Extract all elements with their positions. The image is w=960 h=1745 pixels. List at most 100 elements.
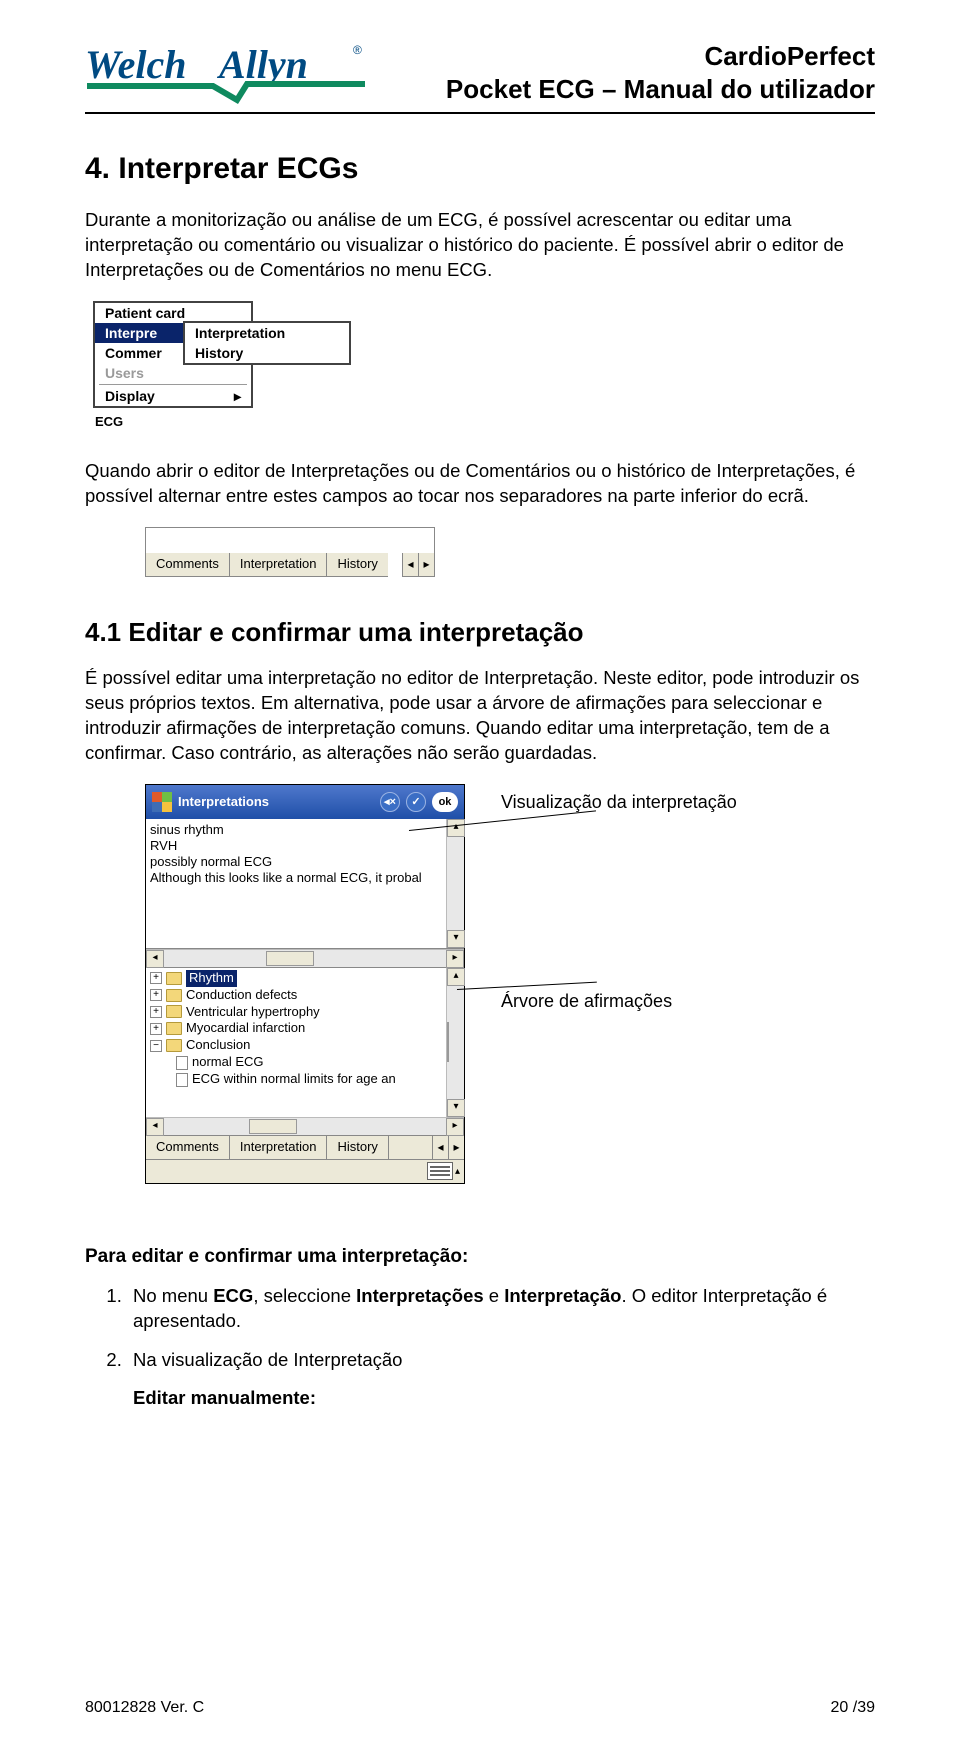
- section-4-p2: Quando abrir o editor de Interpretações …: [85, 459, 875, 509]
- ecg-menu-screenshot: Patient card Interpre ▸ Commer Users Dis…: [93, 301, 383, 429]
- svg-text:Allyn: Allyn: [216, 42, 308, 87]
- sip-arrow-icon[interactable]: ▴: [455, 1166, 460, 1177]
- scrollbar-thumb[interactable]: [266, 951, 314, 966]
- window-title: Interpretations: [178, 794, 374, 809]
- editor-horizontal-scrollbar[interactable]: ◂ ▸: [146, 949, 464, 967]
- mute-icon[interactable]: ◂×: [380, 792, 400, 812]
- menu-item-interpretations-label: Interpre: [105, 325, 157, 341]
- sip-bar: ▴: [146, 1159, 464, 1183]
- folder-icon: [166, 989, 182, 1002]
- ok-button[interactable]: ok: [432, 792, 458, 812]
- expand-icon[interactable]: +: [150, 1006, 162, 1018]
- scroll-right-icon[interactable]: ▸: [446, 1118, 464, 1136]
- tree-label: Ventricular hypertrophy: [186, 1004, 320, 1021]
- page-header: Welch Allyn ® CardioPerfect Pocket ECG –…: [85, 40, 875, 114]
- expand-icon[interactable]: +: [150, 1023, 162, 1035]
- tree-node-ventricular[interactable]: + Ventricular hypertrophy: [150, 1004, 442, 1021]
- window-titlebar: Interpretations ◂× ✓ ok: [146, 785, 464, 819]
- tree-node-myocardial[interactable]: + Myocardial infarction: [150, 1020, 442, 1037]
- expand-icon[interactable]: +: [150, 972, 162, 984]
- tree-vertical-scrollbar[interactable]: ▴ ▾: [446, 968, 464, 1117]
- tree-node-conclusion[interactable]: − Conclusion: [150, 1037, 442, 1054]
- scroll-left-icon[interactable]: ◂: [146, 1118, 164, 1136]
- editor-vertical-scrollbar[interactable]: ▴ ▾: [446, 819, 464, 948]
- scrollbar-thumb[interactable]: [249, 1119, 297, 1134]
- step-text: , seleccione: [253, 1285, 356, 1306]
- keyboard-icon[interactable]: [427, 1162, 453, 1180]
- tree-leaf-ecg-within-limits[interactable]: ECG within normal limits for age an: [150, 1071, 442, 1088]
- menu-item-users: Users: [95, 363, 251, 383]
- tree-leaf-normal-ecg[interactable]: normal ECG: [150, 1054, 442, 1071]
- submenu-item-interpretation[interactable]: Interpretation: [185, 323, 349, 343]
- editor-line: RVH: [150, 838, 442, 854]
- edit-manually-label: Editar manualmente:: [133, 1387, 875, 1409]
- tab-scroll-left[interactable]: ◂: [402, 553, 418, 576]
- tab-comments[interactable]: Comments: [145, 553, 229, 577]
- callout-statement-tree: Árvore de afirmações: [501, 991, 737, 1012]
- tab-interpretation[interactable]: Interpretation: [229, 553, 327, 577]
- folder-icon: [166, 972, 182, 985]
- menu-item-display-label: Display: [105, 388, 155, 404]
- interpretations-window-figure: Interpretations ◂× ✓ ok sinus rhythm RVH…: [145, 784, 875, 1184]
- tree-label: normal ECG: [192, 1054, 264, 1071]
- step-bold: ECG: [213, 1285, 253, 1306]
- tab-scroll-left[interactable]: ◂: [432, 1136, 448, 1159]
- windows-start-icon[interactable]: [152, 792, 172, 812]
- scroll-up-icon[interactable]: ▴: [447, 968, 465, 986]
- svg-text:®: ®: [353, 43, 362, 57]
- interpretation-text-editor[interactable]: sinus rhythm RVH possibly normal ECG Alt…: [146, 819, 464, 949]
- tree-label: Conduction defects: [186, 987, 297, 1004]
- callout-interpretation-view: Visualização da interpretação: [501, 792, 737, 813]
- section-4-p1: Durante a monitorização ou análise de um…: [85, 208, 875, 283]
- tab-history[interactable]: History: [326, 553, 387, 577]
- scrollbar-thumb[interactable]: [447, 1022, 449, 1062]
- submenu-arrow-icon: ▸: [234, 388, 241, 405]
- section-4-1-heading: 4.1 Editar e confirmar uma interpretação: [85, 617, 875, 648]
- expand-icon[interactable]: +: [150, 989, 162, 1001]
- editor-line: sinus rhythm: [150, 822, 442, 838]
- figure-callouts: Visualização da interpretação Árvore de …: [501, 784, 737, 1012]
- scroll-down-icon[interactable]: ▾: [447, 930, 465, 948]
- tree-node-conduction[interactable]: + Conduction defects: [150, 987, 442, 1004]
- bottom-tab-comments[interactable]: Comments: [146, 1136, 230, 1159]
- folder-icon: [166, 1005, 182, 1018]
- collapse-icon[interactable]: −: [150, 1040, 162, 1052]
- editor-line: Although this looks like a normal ECG, i…: [150, 870, 442, 886]
- bottom-tab-interpretation[interactable]: Interpretation: [230, 1136, 328, 1159]
- menu-separator: [99, 384, 247, 385]
- scroll-up-icon[interactable]: ▴: [447, 819, 465, 837]
- submenu-item-history[interactable]: History: [185, 343, 349, 363]
- step-1: No menu ECG, seleccione Interpretações e…: [127, 1284, 875, 1334]
- doc-title-1: CardioPerfect: [446, 40, 875, 73]
- tree-label: Myocardial infarction: [186, 1020, 305, 1037]
- step-text: e: [484, 1285, 505, 1306]
- tab-scroll-right[interactable]: ▸: [418, 553, 434, 576]
- section-4-1-p1: É possível editar uma interpretação no e…: [85, 666, 875, 766]
- scroll-down-icon[interactable]: ▾: [447, 1099, 465, 1117]
- svg-text:Welch: Welch: [85, 42, 186, 87]
- menu-item-display[interactable]: Display ▸: [95, 386, 251, 406]
- check-icon[interactable]: ✓: [406, 792, 426, 812]
- steps-heading: Para editar e confirmar uma interpretaçã…: [85, 1246, 875, 1268]
- bottom-tab-history[interactable]: History: [327, 1136, 388, 1159]
- scroll-right-icon[interactable]: ▸: [446, 950, 464, 968]
- folder-icon: [166, 1039, 182, 1052]
- welchallyn-logo: Welch Allyn ®: [85, 40, 365, 106]
- ecg-menu-label: ECG: [93, 414, 383, 429]
- tree-horizontal-scrollbar[interactable]: ◂ ▸: [146, 1117, 464, 1135]
- window-bottom-tabs: Comments Interpretation History ◂ ▸: [146, 1135, 464, 1159]
- step-bold: Interpretações: [356, 1285, 484, 1306]
- editor-line: possibly normal ECG: [150, 854, 442, 870]
- scroll-left-icon[interactable]: ◂: [146, 950, 164, 968]
- doc-title-2: Pocket ECG – Manual do utilizador: [446, 73, 875, 106]
- menu-item-patient-card[interactable]: Patient card: [95, 303, 251, 323]
- tab-scroll-right[interactable]: ▸: [448, 1136, 464, 1159]
- statement-tree[interactable]: + Rhythm + Conduction defects + Ventricu…: [146, 968, 446, 1117]
- tabs-screenshot: Comments Interpretation History ◂ ▸: [145, 527, 435, 577]
- section-4-heading: 4. Interpretar ECGs: [85, 152, 875, 186]
- step-text: Na visualização de Interpretação: [133, 1349, 402, 1370]
- tree-node-rhythm[interactable]: + Rhythm: [150, 970, 442, 987]
- tabs-content-area: [145, 527, 435, 553]
- footer-doc-version: 80012828 Ver. C: [85, 1699, 204, 1717]
- interpretations-submenu: Interpretation History: [183, 321, 351, 365]
